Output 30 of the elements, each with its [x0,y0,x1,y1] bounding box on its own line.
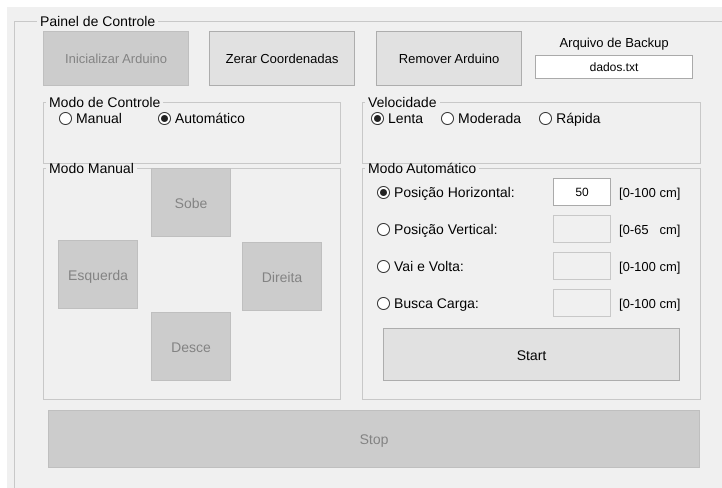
radio-label: Rápida [556,110,600,126]
start-button[interactable]: Start [383,328,680,381]
radio-label: Vai e Volta: [394,258,464,274]
range-label: [0-100 cm] [619,184,680,200]
backup-file-field[interactable]: dados.txt [535,55,693,79]
range-label: [0-65 cm] [619,222,680,236]
range-label: [0-100 cm] [619,258,680,274]
input-field[interactable]: 50 [553,178,611,206]
radio-label: Moderada [458,110,522,126]
action-button[interactable]: Remover Arduino [376,31,522,86]
range-label: [0-100 cm] [619,296,680,310]
action-button[interactable]: Zerar Coordenadas [209,31,355,86]
radio-label: Automático [174,110,245,126]
panel-title: Painel de Controle [39,13,156,29]
radio-button[interactable] [158,112,171,124]
group-title: Modo Automático [367,160,478,176]
radio-label: Busca Carga: [394,295,479,311]
radio-button[interactable] [371,112,384,124]
radio-button[interactable] [539,112,552,124]
radio-button[interactable] [377,186,390,198]
radio-label: Posição Horizontal: [394,184,515,200]
group-title: Modo de Controle [48,94,162,110]
group-title: Modo Manual [48,160,135,176]
backup-label: Arquivo de Backup [559,35,669,50]
radio-label: Lenta [388,110,424,126]
radio-label: Manual [76,110,122,126]
group-title: Velocidade [367,94,438,110]
radio-button[interactable] [441,112,454,124]
radio-button[interactable] [59,112,72,124]
radio-label: Posição Vertical: [394,221,498,237]
